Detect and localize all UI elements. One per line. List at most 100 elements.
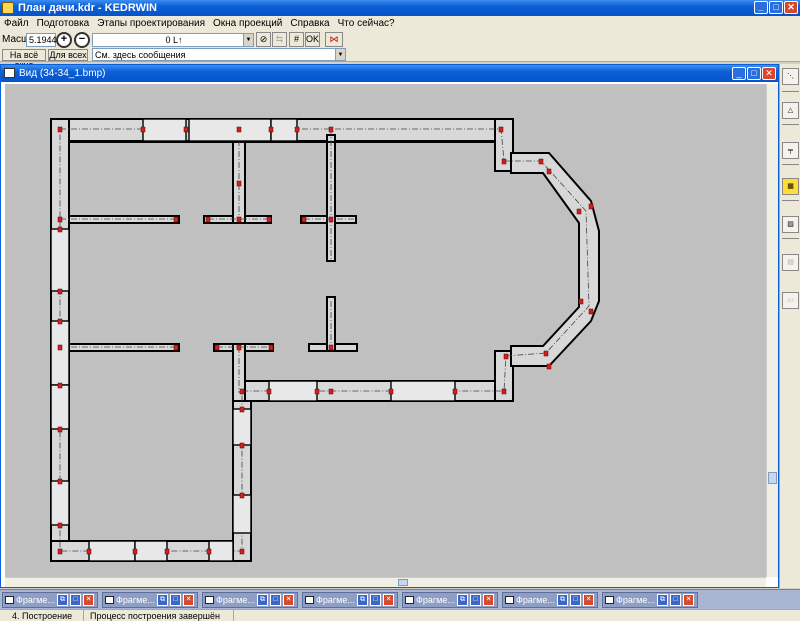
app-title: План дачи.kdr - KEDRWIN <box>18 2 157 14</box>
maximize-button[interactable]: □ <box>769 1 783 14</box>
minimize-button[interactable]: _ <box>754 1 768 14</box>
node-marker <box>57 216 63 223</box>
vertical-scroll-thumb[interactable] <box>768 472 777 484</box>
fragment-restore-button[interactable]: ⧉ <box>657 594 668 606</box>
fit-window-button[interactable]: На всё окно <box>2 49 46 70</box>
fragment-close-button[interactable]: ✕ <box>83 594 94 606</box>
node-marker <box>588 203 594 210</box>
node-marker <box>236 344 242 351</box>
ok-button[interactable]: OK <box>305 32 320 47</box>
no-entry-icon[interactable]: ⊘ <box>256 32 271 47</box>
chevron-down-icon[interactable]: ▼ <box>243 34 253 46</box>
measure-icon[interactable]: ⋈ <box>325 32 343 47</box>
node-marker <box>132 548 138 555</box>
fragment-label: Фрагме... <box>616 595 655 605</box>
print-tool-icon[interactable]: ▭ <box>782 292 799 309</box>
fragment-maximize-button[interactable]: □ <box>70 594 81 606</box>
node-marker <box>294 126 300 133</box>
menu-preparation[interactable]: Подготовка <box>33 16 94 31</box>
node-marker <box>266 216 272 223</box>
layer-combo[interactable]: 0 L↑ ▼ <box>92 33 254 47</box>
fragment-maximize-button[interactable]: □ <box>570 594 581 606</box>
node-marker <box>173 216 179 223</box>
vertical-scrollbar[interactable] <box>766 84 778 577</box>
fragment-window-6[interactable]: Фрагме... ⧉ □ ✕ <box>502 592 598 608</box>
opening <box>188 118 272 142</box>
axis-line <box>59 128 590 552</box>
message-combo[interactable]: См. здесь сообщения ▼ <box>92 48 346 61</box>
menu-projection-windows[interactable]: Окна проекций <box>209 16 286 31</box>
zoom-out-icon[interactable]: − <box>74 32 90 48</box>
scale-input[interactable]: 5.1944 <box>26 33 57 47</box>
column-tool-icon[interactable]: ╤ <box>782 142 799 159</box>
opening <box>88 540 136 562</box>
document-icon <box>205 596 214 604</box>
fragment-window-2[interactable]: Фрагме... ⧉ □ ✕ <box>102 592 198 608</box>
fragment-restore-button[interactable]: ⧉ <box>357 594 368 606</box>
fragment-restore-button[interactable]: ⧉ <box>557 594 568 606</box>
opening <box>50 384 70 430</box>
node-marker <box>205 216 211 223</box>
close-button[interactable]: ✕ <box>784 1 798 14</box>
fragment-close-button[interactable]: ✕ <box>583 594 594 606</box>
horizontal-scroll-thumb[interactable] <box>398 579 408 586</box>
grid-icon[interactable]: # <box>289 32 304 47</box>
view-minimize-button[interactable]: _ <box>732 67 746 80</box>
fragment-restore-button[interactable]: ⧉ <box>157 594 168 606</box>
fragment-label: Фрагме... <box>416 595 455 605</box>
fragment-maximize-button[interactable]: □ <box>370 594 381 606</box>
fragment-restore-button[interactable]: ⧉ <box>57 594 68 606</box>
node-marker <box>57 382 63 389</box>
fragment-maximize-button[interactable]: □ <box>670 594 681 606</box>
wall <box>68 215 180 224</box>
view-maximize-button[interactable]: □ <box>747 67 761 80</box>
fragment-close-button[interactable]: ✕ <box>483 594 494 606</box>
node-marker <box>183 126 189 133</box>
layers-tool-icon[interactable]: ▤ <box>782 254 799 271</box>
opening <box>390 380 456 402</box>
view-window: Вид (34-34_1.bmp) _ □ ✕ <box>0 64 779 588</box>
fragment-maximize-button[interactable]: □ <box>270 594 281 606</box>
fragment-close-button[interactable]: ✕ <box>283 594 294 606</box>
nodes-tool-icon[interactable]: ⋱ <box>782 68 799 85</box>
node-marker <box>140 126 146 133</box>
node-marker <box>498 126 504 133</box>
hatch-tool-icon[interactable]: ▨ <box>782 216 799 233</box>
fragment-maximize-button[interactable]: □ <box>470 594 481 606</box>
fragment-restore-button[interactable]: ⧉ <box>257 594 268 606</box>
opening <box>50 228 70 292</box>
node-marker <box>314 388 320 395</box>
opening <box>232 494 252 534</box>
fragment-close-button[interactable]: ✕ <box>683 594 694 606</box>
fragment-close-button[interactable]: ✕ <box>183 594 194 606</box>
status-message: Процесс построения завершён <box>84 610 234 621</box>
fragment-restore-button[interactable]: ⧉ <box>457 594 468 606</box>
fragment-window-7[interactable]: Фрагме... ⧉ □ ✕ <box>602 592 698 608</box>
zoom-in-icon[interactable]: + <box>56 32 72 48</box>
drawing-canvas[interactable] <box>5 84 766 577</box>
node-marker <box>328 126 334 133</box>
view-close-button[interactable]: ✕ <box>762 67 776 80</box>
fragment-maximize-button[interactable]: □ <box>170 594 181 606</box>
fragment-window-1[interactable]: Фрагме... ⧉ □ ✕ <box>2 592 98 608</box>
horizontal-scrollbar[interactable] <box>5 577 766 587</box>
fragment-window-3[interactable]: Фрагме... ⧉ □ ✕ <box>202 592 298 608</box>
fragment-window-4[interactable]: Фрагме... ⧉ □ ✕ <box>302 592 398 608</box>
wall-tool-icon[interactable]: ▦ <box>782 178 799 195</box>
triangle-tool-icon[interactable]: △ <box>782 102 799 119</box>
for-all-button[interactable]: Для всех <box>48 49 88 61</box>
tool-palette: ⋱ △ ╤ ▦ ▨ ▤ ▭ <box>779 64 800 588</box>
view-window-titlebar: Вид (34-34_1.bmp) _ □ ✕ <box>1 65 778 82</box>
menu-design-stages[interactable]: Этапы проектирования <box>93 16 209 31</box>
fragment-label: Фрагме... <box>316 595 355 605</box>
fragment-window-5[interactable]: Фрагме... ⧉ □ ✕ <box>402 592 498 608</box>
menu-file[interactable]: Файл <box>0 16 33 31</box>
chevron-down-icon[interactable]: ▼ <box>335 49 345 60</box>
node-marker <box>543 350 549 357</box>
menu-whats-now[interactable]: Что сейчас? <box>334 16 399 31</box>
menu-help[interactable]: Справка <box>286 16 333 31</box>
floor-plan[interactable] <box>5 84 766 577</box>
node-marker <box>546 168 552 175</box>
align-icon[interactable]: ⇆ <box>272 32 287 47</box>
fragment-close-button[interactable]: ✕ <box>383 594 394 606</box>
